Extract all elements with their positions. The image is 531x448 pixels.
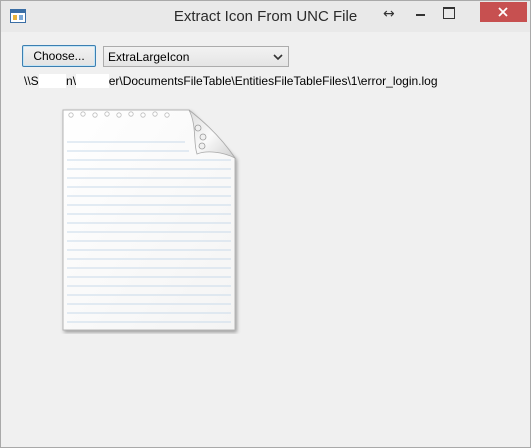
path-prefix: \\S [24, 74, 39, 88]
resize-arrows-icon: ↔ [383, 6, 395, 22]
title-bar[interactable]: Extract Icon From UNC File ↔ [1, 1, 530, 32]
close-icon [498, 7, 508, 17]
file-path-label: \\SqlSvrn\myusrer\DocumentsFileTable\Ent… [24, 74, 438, 88]
chevron-down-icon [273, 54, 283, 61]
icon-preview [57, 102, 243, 334]
text-document-icon [62, 109, 237, 331]
choose-button[interactable]: Choose... [22, 45, 96, 67]
icon-size-selected: ExtraLargeIcon [108, 50, 190, 64]
close-button[interactable] [480, 2, 527, 22]
app-icon[interactable] [10, 9, 26, 23]
path-redacted-user: myusr [76, 74, 109, 88]
maximize-button[interactable] [435, 2, 462, 22]
main-window: Extract Icon From UNC File ↔ Choose... E… [0, 0, 531, 448]
path-suffix: er\DocumentsFileTable\EntitiesFileTableF… [108, 74, 438, 88]
minimize-button[interactable] [407, 2, 434, 22]
path-mid: n\ [66, 74, 77, 88]
icon-size-dropdown[interactable]: ExtraLargeIcon [103, 46, 289, 67]
path-redacted-server: qlSvr [38, 74, 67, 88]
